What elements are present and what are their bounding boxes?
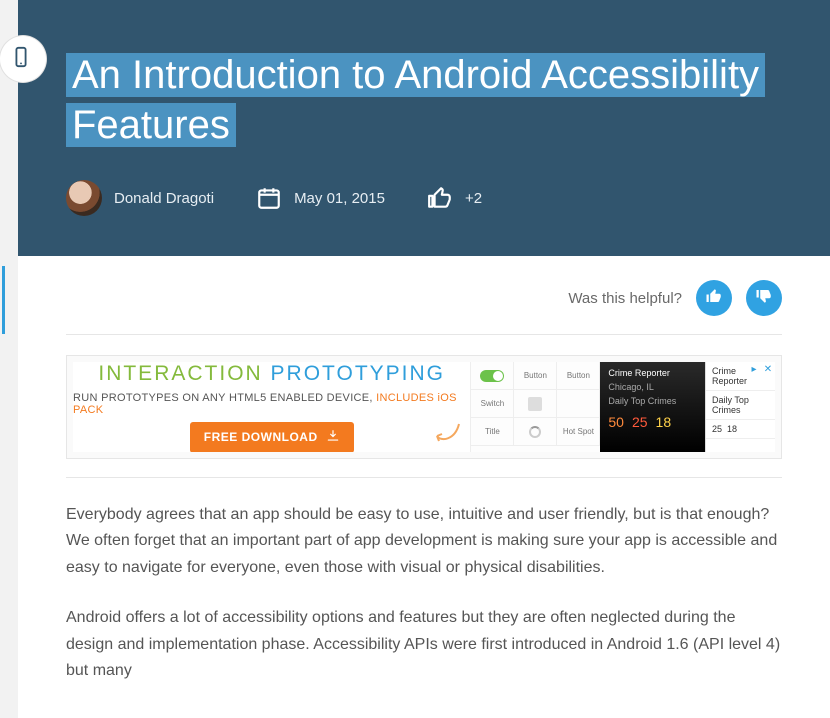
spinner-icon — [529, 426, 541, 438]
thumbs-up-icon — [427, 185, 453, 211]
ad-controls: ▸ ✕ — [747, 362, 775, 376]
vote-down-button[interactable] — [746, 280, 782, 316]
ad-widget-grid: Button Button Switch Title Hot Spot — [470, 362, 600, 452]
feedback-prompt: Was this helpful? — [568, 290, 682, 307]
paragraph: Android offers a lot of accessibility op… — [66, 605, 782, 684]
ad-title-1: INTERACTION — [98, 362, 262, 385]
likes-count: +2 — [465, 190, 482, 207]
likes[interactable]: +2 — [427, 185, 482, 211]
ad-close-button[interactable]: ✕ — [761, 362, 775, 376]
article-meta: Donald Dragoti May 01, 2015 +2 — [66, 180, 782, 216]
ad-banner[interactable]: INTERACTION PROTOTYPING RUN PROTOTYPES O… — [73, 362, 775, 452]
ad-mockup: Button Button Switch Title Hot Spot Crim… — [470, 362, 775, 452]
left-accent — [2, 266, 5, 334]
thumbs-down-icon — [755, 287, 773, 309]
author-name: Donald Dragoti — [114, 190, 214, 207]
author[interactable]: Donald Dragoti — [66, 180, 214, 216]
ad-title: INTERACTION PROTOTYPING — [98, 362, 445, 386]
ad-cta-label: FREE DOWNLOAD — [204, 430, 318, 444]
mobile-preview-button[interactable] — [0, 36, 46, 82]
vote-up-button[interactable] — [696, 280, 732, 316]
mobile-icon — [10, 46, 36, 72]
thumbs-up-icon — [705, 287, 723, 309]
ad-subtitle: RUN PROTOTYPES ON ANY HTML5 ENABLED DEVI… — [73, 392, 470, 416]
date-text: May 01, 2015 — [294, 190, 385, 207]
calendar-icon — [256, 185, 282, 211]
ad-phone-mock: Crime Reporter Chicago, IL Daily Top Cri… — [600, 362, 705, 452]
feedback-row: Was this helpful? — [66, 280, 782, 335]
toggle-icon — [480, 370, 504, 382]
divider — [66, 477, 782, 478]
ad-container: INTERACTION PROTOTYPING RUN PROTOTYPES O… — [66, 355, 782, 459]
ad-title-2: PROTOTYPING — [271, 362, 445, 385]
paragraph: Everybody agrees that an app should be e… — [66, 502, 782, 581]
article-content: Was this helpful? INTERACTION PROTOTYP — [18, 256, 830, 718]
publish-date: May 01, 2015 — [256, 185, 385, 211]
ad-info-button[interactable]: ▸ — [747, 362, 761, 376]
download-icon — [326, 429, 340, 446]
square-icon — [528, 397, 542, 411]
ad-cta-button[interactable]: FREE DOWNLOAD — [190, 422, 354, 453]
article-title: An Introduction to Android Accessibility… — [66, 53, 765, 147]
ad-copy: INTERACTION PROTOTYPING RUN PROTOTYPES O… — [73, 362, 470, 452]
article-body: Everybody agrees that an app should be e… — [66, 502, 782, 684]
author-avatar — [66, 180, 102, 216]
article-hero: An Introduction to Android Accessibility… — [18, 0, 830, 256]
